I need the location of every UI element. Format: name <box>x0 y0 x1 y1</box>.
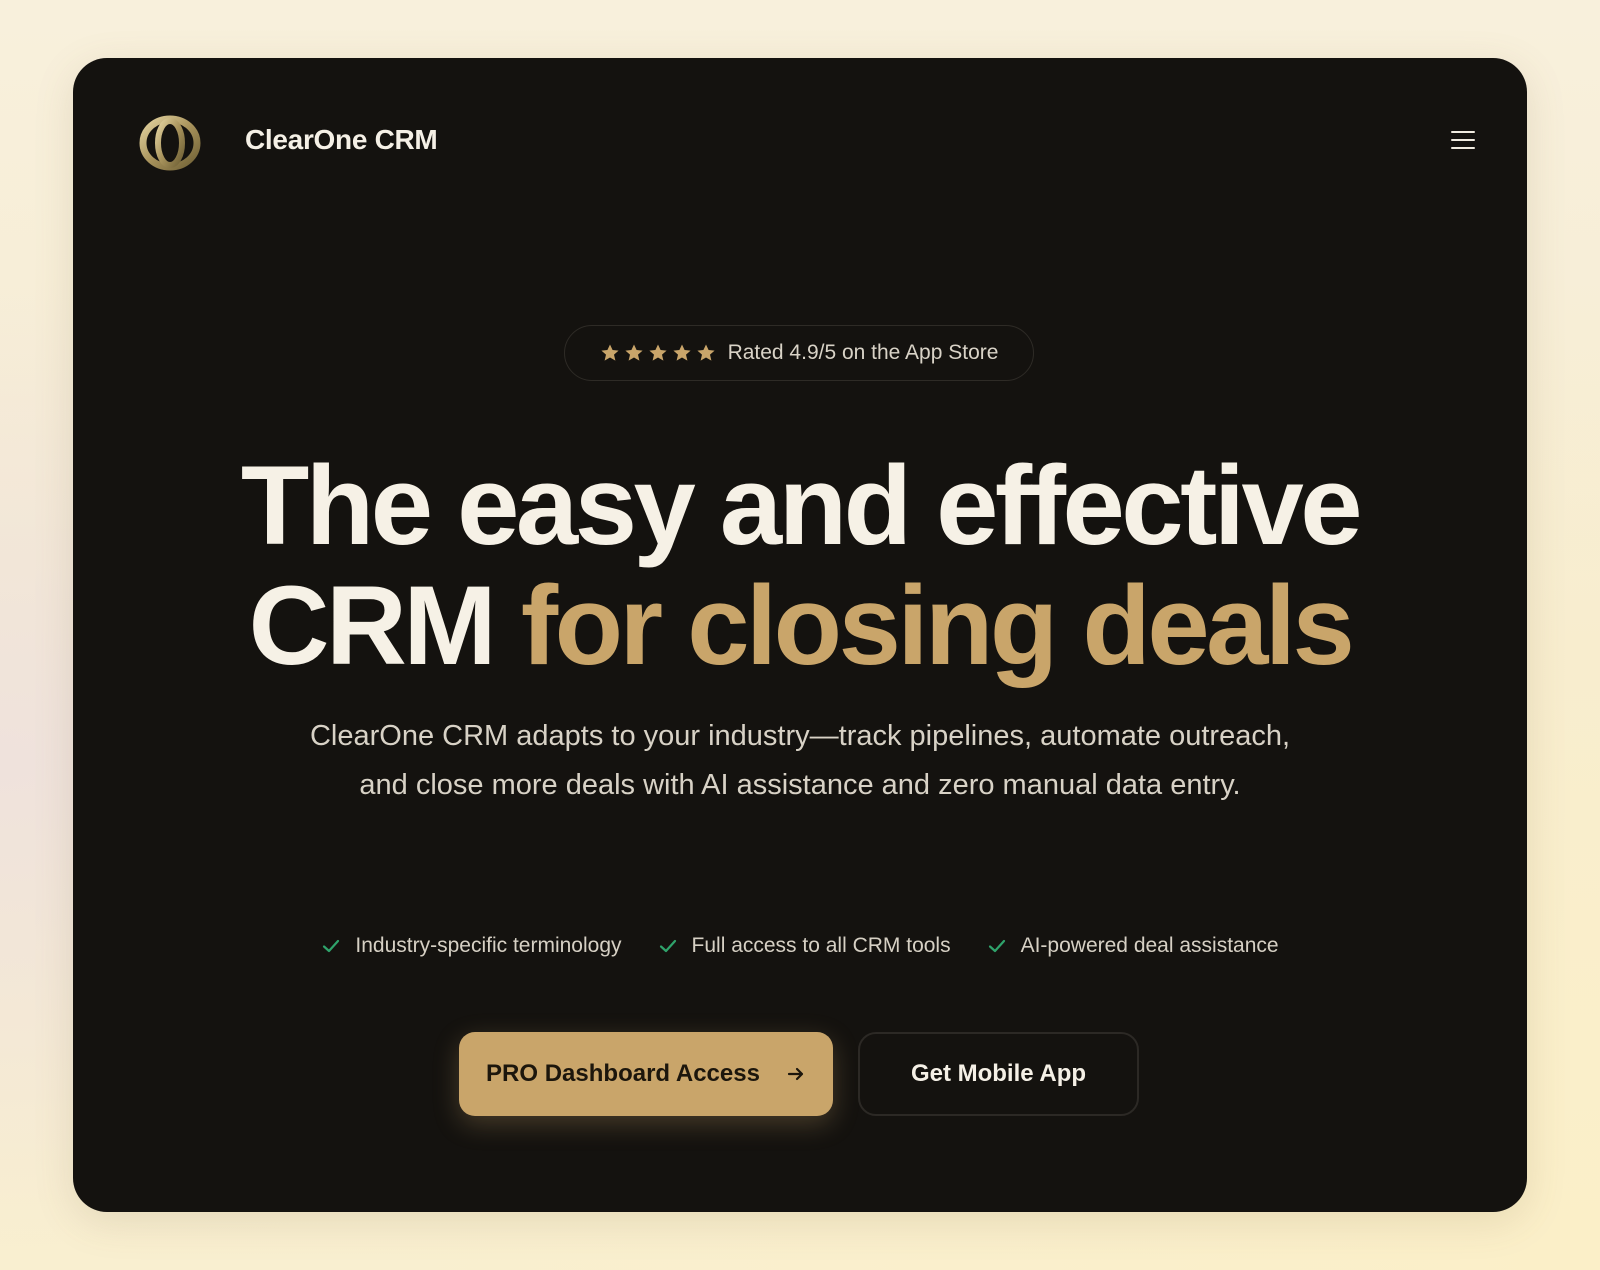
pro-dashboard-button-label: PRO Dashboard Access <box>486 1060 760 1087</box>
check-icon <box>987 936 1007 956</box>
check-icon <box>321 936 341 956</box>
feature-item: Industry-specific terminology <box>321 934 622 958</box>
headline-line-1: The easy and effective <box>240 443 1363 568</box>
feature-label: Full access to all CRM tools <box>691 934 951 957</box>
check-icon <box>658 936 678 956</box>
star-icon <box>648 343 668 363</box>
hero-subtitle: ClearOne CRM adapts to your industry—tra… <box>309 720 1291 801</box>
interlocking-rings-logo-icon[interactable] <box>139 115 201 171</box>
headline-accent-text: for closing deals <box>520 563 1355 688</box>
feature-label: AI-powered deal assistance <box>1020 934 1279 957</box>
hamburger-menu-icon[interactable] <box>1451 128 1477 152</box>
star-icon <box>600 343 620 363</box>
get-mobile-app-button[interactable]: Get Mobile App <box>858 1032 1139 1116</box>
feature-list: Industry-specific terminology Full acces… <box>73 934 1527 958</box>
get-mobile-app-button-label: Get Mobile App <box>910 1060 1087 1087</box>
pro-dashboard-access-button[interactable]: PRO Dashboard Access <box>459 1032 833 1116</box>
app-store-rating-badge: Rated 4.9/5 on the App Store <box>564 325 1034 381</box>
rating-text: Rated 4.9/5 on the App Store <box>727 341 999 364</box>
feature-item: Full access to all CRM tools <box>658 934 951 958</box>
star-icon <box>696 343 716 363</box>
star-icon <box>624 343 644 363</box>
hero-card: ClearOne CRM Rated 4.9/5 on the App Stor… <box>73 58 1527 1212</box>
star-icon <box>672 343 692 363</box>
hero-headline: The easy and effective CRM for closing d… <box>73 446 1527 686</box>
arrow-right-icon <box>786 1064 806 1084</box>
feature-item: AI-powered deal assistance <box>987 934 1279 958</box>
brand-name[interactable]: ClearOne CRM <box>245 124 438 156</box>
headline-plain-text: CRM <box>248 563 497 688</box>
rating-stars <box>600 343 716 363</box>
headline-line-2: CRM for closing deals <box>73 566 1527 686</box>
feature-label: Industry-specific terminology <box>355 934 622 957</box>
top-navigation: ClearOne CRM <box>73 58 1527 228</box>
